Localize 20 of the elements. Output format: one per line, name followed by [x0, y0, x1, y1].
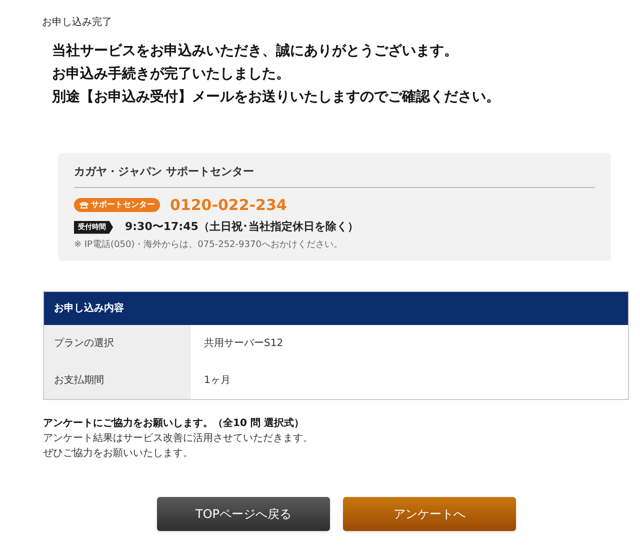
badge-label: サポートセンター	[91, 198, 155, 211]
row-label: プランの選択	[44, 325, 191, 362]
survey-button[interactable]: アンケートへ	[343, 497, 516, 531]
message-line: 当社サービスをお申込みいただき、誠にありがとうございます。	[52, 42, 459, 61]
survey-title: アンケートにご協力をお願いします。（全10 問 選択式）	[43, 416, 305, 431]
phone-icon	[79, 200, 89, 209]
row-label: お支払期間	[44, 362, 191, 399]
top-page-button[interactable]: TOPページへ戻る	[157, 497, 330, 531]
support-phone: 0120-022-234	[170, 194, 287, 216]
row-value: 1ヶ月	[203, 374, 232, 388]
support-note: ※ IP電話(050)・海外からは、075-252-9370へおかけください。	[74, 238, 344, 252]
survey-text: アンケート結果はサービス改善に活用させていただきます。	[43, 432, 314, 446]
message-line: 別途【お申込み受付】メールをお送りいたしますのでご確認ください。	[52, 88, 501, 107]
survey-text: ぜひご協力をお願いいたします。	[43, 446, 194, 461]
row-value: 共用サーバーS12	[203, 336, 284, 351]
support-title: カガヤ・ジャパン サポートセンター	[74, 164, 595, 188]
page-title: お申し込み完了	[42, 16, 113, 30]
table-heading: お申し込み内容	[44, 292, 628, 325]
hours-text: 9:30〜17:45（土日祝･当社指定休日を除く）	[125, 219, 358, 235]
message-line: お申込み手続きが完了いたしました。	[52, 64, 291, 84]
